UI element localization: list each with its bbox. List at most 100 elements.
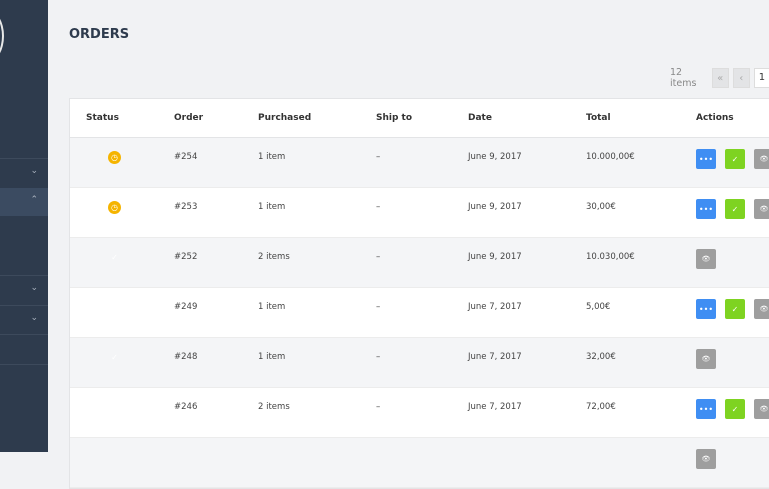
- total-cell: 72,00€: [586, 402, 616, 412]
- chevron-down-icon: ⌄: [30, 166, 38, 176]
- ellipsis-icon: •••: [698, 304, 714, 314]
- table-row: − #246 2 items – June 7, 2017 72,00€ •••…: [70, 388, 769, 438]
- view-button[interactable]: 👁: [754, 199, 769, 219]
- col-purchased: Purchased: [258, 113, 312, 123]
- date-cell: June 7, 2017: [468, 352, 522, 362]
- table-header: Status Order Purchased Ship to Date Tota…: [70, 99, 769, 138]
- approve-button[interactable]: ✓: [725, 399, 745, 419]
- approve-button[interactable]: ✓: [725, 299, 745, 319]
- more-button[interactable]: •••: [696, 399, 716, 419]
- order-link[interactable]: #248: [174, 352, 197, 362]
- eye-icon: 👁: [759, 205, 769, 213]
- chevron-up-icon: ⌃: [30, 195, 38, 205]
- status-completed-icon: ✓: [111, 353, 118, 362]
- purchased-cell: 2 items: [258, 402, 290, 412]
- order-link[interactable]: #246: [174, 402, 197, 412]
- order-link[interactable]: #254: [174, 152, 197, 162]
- date-cell: June 9, 2017: [468, 252, 522, 262]
- total-cell: 5,00€: [586, 302, 611, 312]
- view-button[interactable]: 👁: [754, 399, 769, 419]
- eye-icon: 👁: [701, 255, 711, 263]
- prev-page-button[interactable]: ‹: [732, 68, 750, 88]
- total-cell: 10.030,00€: [586, 252, 635, 262]
- actions-cell: ••• ✓ 👁: [696, 399, 769, 419]
- chevron-down-icon: ⌄: [30, 283, 38, 293]
- status-pending-icon: ◷: [108, 201, 121, 214]
- view-button[interactable]: 👁: [754, 149, 769, 169]
- view-button[interactable]: 👁: [754, 299, 769, 319]
- status-cancelled-icon: −: [111, 303, 118, 312]
- sidebar-item-2[interactable]: ⌃: [0, 188, 48, 216]
- eye-icon: 👁: [701, 355, 711, 363]
- status-cell: ✓: [108, 351, 121, 364]
- date-cell: June 9, 2017: [468, 202, 522, 212]
- table-row: 👁: [70, 438, 769, 488]
- avatar[interactable]: [0, 10, 4, 62]
- orders-table: Status Order Purchased Ship to Date Tota…: [69, 98, 769, 489]
- table-row: ✓ #252 2 items – June 9, 2017 10.030,00€…: [70, 238, 769, 288]
- chevron-down-icon: ⌄: [30, 313, 38, 323]
- more-button[interactable]: •••: [696, 149, 716, 169]
- ship-to-cell: –: [376, 302, 381, 312]
- purchased-cell: 2 items: [258, 252, 290, 262]
- status-cell: ◷: [108, 151, 121, 164]
- divider: [0, 364, 48, 365]
- col-status: Status: [86, 113, 119, 123]
- view-button[interactable]: 👁: [696, 249, 716, 269]
- status-completed-icon: ✓: [111, 253, 118, 262]
- sidebar-item-3[interactable]: ⌄: [0, 276, 48, 304]
- date-cell: June 9, 2017: [468, 152, 522, 162]
- check-icon: ✓: [731, 304, 739, 314]
- status-cancelled-icon: −: [111, 403, 118, 412]
- view-button[interactable]: 👁: [696, 349, 716, 369]
- view-button[interactable]: 👁: [696, 449, 716, 469]
- sidebar-item-4[interactable]: ⌄: [0, 306, 48, 334]
- sidebar-item-1[interactable]: ⌄: [0, 159, 48, 187]
- divider: [0, 334, 48, 335]
- total-cell: 32,00€: [586, 352, 616, 362]
- purchased-cell: 1 item: [258, 152, 286, 162]
- col-order: Order: [174, 113, 204, 123]
- page-input[interactable]: 1: [753, 68, 769, 88]
- ellipsis-icon: •••: [698, 204, 714, 214]
- total-cell: 10.000,00€: [586, 152, 635, 162]
- more-button[interactable]: •••: [696, 199, 716, 219]
- approve-button[interactable]: ✓: [725, 149, 745, 169]
- item-count: 12 items: [670, 67, 697, 89]
- ship-to-cell: –: [376, 402, 381, 412]
- ellipsis-icon: •••: [698, 404, 714, 414]
- col-actions: Actions: [696, 113, 734, 123]
- check-icon: ✓: [731, 404, 739, 414]
- ship-to-cell: –: [376, 152, 381, 162]
- status-cell: ◷: [108, 201, 121, 214]
- status-pending-icon: ◷: [108, 151, 121, 164]
- ship-to-cell: –: [376, 252, 381, 262]
- actions-cell: 👁: [696, 349, 716, 369]
- eye-icon: 👁: [701, 455, 711, 463]
- check-icon: ✓: [731, 204, 739, 214]
- ellipsis-icon: •••: [698, 154, 714, 164]
- actions-cell: ••• ✓ 👁: [696, 299, 769, 319]
- status-cell: ✓: [108, 251, 121, 264]
- sidebar: ⌄ ⌃ ⌄ ⌄: [0, 0, 48, 452]
- first-page-button[interactable]: «: [711, 68, 729, 88]
- table-row: ◷ #254 1 item – June 9, 2017 10.000,00€ …: [70, 138, 769, 188]
- actions-cell: 👁: [696, 449, 716, 469]
- eye-icon: 👁: [759, 305, 769, 313]
- actions-cell: 👁: [696, 249, 716, 269]
- purchased-cell: 1 item: [258, 352, 286, 362]
- ship-to-cell: –: [376, 202, 381, 212]
- status-cell: −: [108, 301, 121, 314]
- table-row: ◷ #253 1 item – June 9, 2017 30,00€ ••• ✓…: [70, 188, 769, 238]
- approve-button[interactable]: ✓: [725, 199, 745, 219]
- pagination: 12 items « ‹ 1: [670, 67, 769, 89]
- ship-to-cell: –: [376, 352, 381, 362]
- date-cell: June 7, 2017: [468, 402, 522, 412]
- col-date: Date: [468, 113, 492, 123]
- order-link[interactable]: #249: [174, 302, 197, 312]
- order-link[interactable]: #253: [174, 202, 197, 212]
- more-button[interactable]: •••: [696, 299, 716, 319]
- order-link[interactable]: #252: [174, 252, 197, 262]
- eye-icon: 👁: [759, 405, 769, 413]
- status-cell: −: [108, 401, 121, 414]
